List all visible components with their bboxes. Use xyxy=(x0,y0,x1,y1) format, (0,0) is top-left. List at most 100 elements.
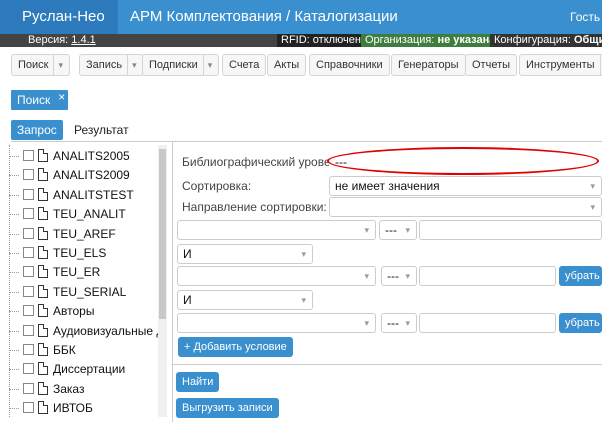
tree-item[interactable]: ИВТОБ xyxy=(9,399,167,417)
logic-1-value: И xyxy=(183,247,192,261)
tree-scrollbar-thumb[interactable] xyxy=(159,149,166,319)
user-label[interactable]: Гость xyxy=(570,0,600,34)
tree-item-label: Заказ xyxy=(53,382,85,396)
chevron-down-icon: ▾ xyxy=(301,295,306,305)
file-icon xyxy=(38,382,48,395)
tree-item-checkbox[interactable] xyxy=(23,286,34,297)
condition-2-field-select[interactable]: ▾ xyxy=(177,266,376,286)
menu-generators-button[interactable]: Генераторы xyxy=(391,54,466,76)
menu-subscriptions-button[interactable]: Подписки ▾ xyxy=(142,54,220,76)
tree-item-checkbox[interactable] xyxy=(23,247,34,258)
tree-item-label: ББК xyxy=(53,343,76,357)
tree-item-checkbox[interactable] xyxy=(23,208,34,219)
file-icon xyxy=(38,285,48,298)
file-icon xyxy=(38,149,48,162)
file-icon xyxy=(38,265,48,278)
tree-item-label: ИВТОБ xyxy=(53,401,93,415)
organization-status: Организация: не указана xyxy=(361,34,500,47)
file-icon xyxy=(38,324,48,337)
export-records-button[interactable]: Выгрузить записи xyxy=(176,398,279,418)
chevron-down-icon: ▾ xyxy=(301,249,306,259)
chevron-down-icon: ▾ xyxy=(364,271,369,281)
sort-direction-select[interactable]: ▾ xyxy=(329,197,602,217)
tree-item-checkbox[interactable] xyxy=(23,402,34,413)
condition-2-operator-select[interactable]: --- ▾ xyxy=(381,266,417,286)
tab-request[interactable]: Запрос xyxy=(11,120,63,140)
chevron-down-icon: ▾ xyxy=(590,181,595,191)
condition-2-value-input[interactable] xyxy=(419,266,556,286)
tree-item[interactable]: Авторы xyxy=(9,302,167,320)
tree-item-checkbox[interactable] xyxy=(23,305,34,316)
version-link[interactable]: 1.4.1 xyxy=(71,34,95,46)
tree-connector xyxy=(9,272,19,273)
tree-item-checkbox[interactable] xyxy=(23,169,34,180)
tree-connector xyxy=(9,292,19,293)
tree-item[interactable]: Диссертации xyxy=(9,360,167,378)
condition-3-value-input[interactable] xyxy=(419,313,556,333)
tree-scrollbar[interactable] xyxy=(158,145,167,417)
tree-item[interactable]: TEU_ANALIT xyxy=(9,205,167,223)
tree-item-label: Аудиовизуальные док xyxy=(53,324,167,338)
menu-search-button[interactable]: Поиск ▾ xyxy=(11,54,71,76)
tree-item[interactable]: ANALITS2009 xyxy=(9,166,167,184)
rfid-status: RFID: отключен xyxy=(277,34,365,47)
logic-2-value: И xyxy=(183,293,192,307)
tree-item-checkbox[interactable] xyxy=(23,150,34,161)
condition-3-field-select[interactable]: ▾ xyxy=(177,313,376,333)
tree-item-checkbox[interactable] xyxy=(23,363,34,374)
condition-1-operator-select[interactable]: --- ▾ xyxy=(379,220,417,240)
find-button[interactable]: Найти xyxy=(176,372,220,392)
tree-item-checkbox[interactable] xyxy=(23,266,34,277)
menu-reports-button[interactable]: Отчеты xyxy=(465,54,518,76)
file-icon xyxy=(38,343,48,356)
open-tab-search[interactable]: Поиск × xyxy=(11,87,69,110)
close-icon[interactable]: × xyxy=(58,87,65,107)
chevron-down-icon: ▾ xyxy=(405,271,410,281)
tree-item[interactable]: ANALITS2005 xyxy=(9,147,167,165)
tree-item-label: TEU_ELS xyxy=(53,246,107,260)
open-tab-label: Поиск xyxy=(17,93,51,107)
tree-item-checkbox[interactable] xyxy=(23,383,34,394)
chevron-down-icon: ▾ xyxy=(590,202,595,212)
menu-acts-button[interactable]: Акты xyxy=(267,54,307,76)
condition-3-remove-button[interactable]: убрать xyxy=(559,313,602,333)
condition-1-field-select[interactable]: ▾ xyxy=(177,220,376,240)
tree-item-checkbox[interactable] xyxy=(23,325,34,336)
tree-item-label: TEU_SERIAL xyxy=(53,285,127,299)
condition-3-operator-select[interactable]: --- ▾ xyxy=(381,313,417,333)
logic-2-select[interactable]: И ▾ xyxy=(177,290,313,310)
tree-connector xyxy=(9,369,19,370)
sort-direction-label: Направление сортировки: xyxy=(182,200,327,214)
brand-logo[interactable]: Руслан-Нео xyxy=(0,0,118,34)
sort-select[interactable]: не имеет значения ▾ xyxy=(329,176,602,196)
tree-item-label: TEU_ANALIT xyxy=(53,207,126,221)
tree-item[interactable]: Заказ xyxy=(9,380,167,398)
tree-item-checkbox[interactable] xyxy=(23,344,34,355)
menu-record-button[interactable]: Запись ▾ xyxy=(79,54,144,76)
tab-result[interactable]: Результат xyxy=(74,120,129,140)
version-label: Версия: xyxy=(28,34,69,46)
tree-item-label: ANALITS2009 xyxy=(53,168,130,182)
logic-1-select[interactable]: И ▾ xyxy=(177,244,313,264)
menu-invoices-button[interactable]: Счета xyxy=(222,54,267,76)
tree-item-checkbox[interactable] xyxy=(23,189,34,200)
tabs-divider xyxy=(11,141,602,142)
tree-item[interactable]: TEU_SERIAL xyxy=(9,283,167,301)
tree-item-checkbox[interactable] xyxy=(23,228,34,239)
status-bar: Версия: 1.4.1 RFID: отключен Организация… xyxy=(0,34,602,47)
menu-directories-button[interactable]: Справочники xyxy=(309,54,390,76)
condition-1-value-input[interactable] xyxy=(419,220,602,240)
condition-2-remove-button[interactable]: убрать xyxy=(559,266,602,286)
tree-item[interactable]: TEU_ELS xyxy=(9,244,167,262)
tree-item[interactable]: ББК xyxy=(9,341,167,359)
chevron-down-icon: ▾ xyxy=(405,225,410,235)
menu-record-label: Запись xyxy=(86,59,123,71)
tree-item[interactable]: TEU_ER xyxy=(9,263,167,281)
tree-item[interactable]: Аудиовизуальные док xyxy=(9,322,167,340)
menu-tools-button[interactable]: Инструменты▾ xyxy=(519,54,602,76)
tree-item[interactable]: ANALITSTEST xyxy=(9,186,167,204)
add-condition-button[interactable]: + Добавить условие xyxy=(178,337,293,357)
bib-level-label: Библиографический уровень: xyxy=(182,155,347,169)
tree-item[interactable]: TEU_AREF xyxy=(9,225,167,243)
condition-3-operator-value: --- xyxy=(387,316,399,330)
